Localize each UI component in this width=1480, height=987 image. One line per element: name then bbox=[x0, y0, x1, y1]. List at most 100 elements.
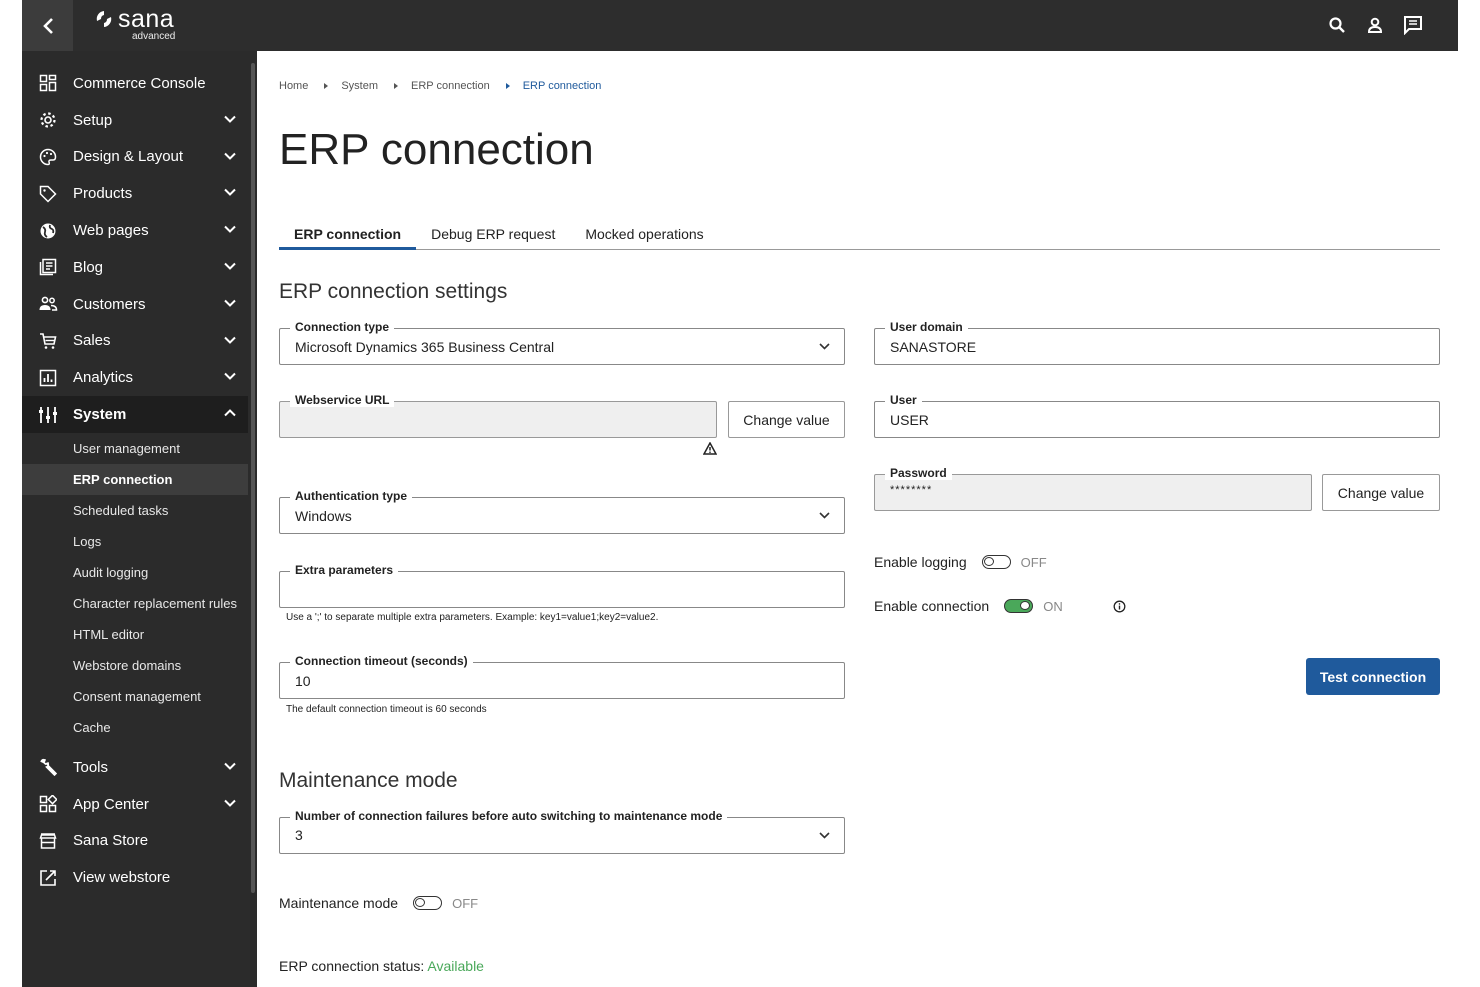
enable-connection-label: Enable connection bbox=[874, 598, 990, 614]
connection-timeout-help: The default connection timeout is 60 sec… bbox=[286, 704, 487, 715]
chevron-down-icon bbox=[819, 832, 830, 839]
breadcrumb: Home System ERP connection ERP connectio… bbox=[279, 80, 601, 92]
sidebar-item-design-layout[interactable]: Design & Layout bbox=[22, 139, 248, 176]
field-value: Microsoft Dynamics 365 Business Central bbox=[295, 339, 555, 355]
messages-button[interactable] bbox=[1402, 14, 1424, 36]
maintenance-mode-toggle[interactable] bbox=[413, 896, 443, 910]
connection-timeout-input[interactable]: Connection timeout (seconds) 10 bbox=[279, 654, 845, 699]
chevron-down-icon bbox=[224, 152, 236, 160]
password-field[interactable]: Password ******** bbox=[874, 466, 1312, 511]
sidebar-item-label: Customers bbox=[73, 295, 146, 313]
sidebar-subitem-audit-logging[interactable]: Audit logging bbox=[22, 557, 248, 588]
change-password-button[interactable]: Change value bbox=[1322, 474, 1440, 511]
breadcrumb-erp-connection[interactable]: ERP connection bbox=[411, 80, 490, 92]
sidebar-subitem-webstore-domains[interactable]: Webstore domains bbox=[22, 650, 248, 681]
warning-icon bbox=[703, 442, 717, 455]
sidebar: Commerce Console Setup Design & Layout P… bbox=[22, 51, 257, 987]
back-button[interactable] bbox=[22, 0, 73, 51]
connection-failures-select[interactable]: Number of connection failures before aut… bbox=[279, 809, 845, 854]
sidebar-subitem-user-management[interactable]: User management bbox=[22, 433, 248, 464]
breadcrumb-home[interactable]: Home bbox=[279, 80, 308, 92]
enable-logging-label: Enable logging bbox=[874, 554, 967, 570]
tab-mocked-operations[interactable]: Mocked operations bbox=[570, 224, 718, 250]
sidebar-subitem-scheduled-tasks[interactable]: Scheduled tasks bbox=[22, 495, 248, 526]
search-icon bbox=[1329, 17, 1345, 33]
tab-debug-erp-request[interactable]: Debug ERP request bbox=[416, 224, 570, 250]
sidebar-item-blog[interactable]: Blog bbox=[22, 249, 248, 286]
sidebar-item-app-center[interactable]: App Center bbox=[22, 786, 248, 823]
test-connection-button[interactable]: Test connection bbox=[1306, 658, 1440, 695]
sana-logo-icon bbox=[96, 11, 112, 27]
sidebar-item-view-webstore[interactable]: View webstore bbox=[22, 859, 248, 896]
breadcrumb-system[interactable]: System bbox=[341, 80, 378, 92]
erp-connection-status: ERP connection status: Available bbox=[279, 958, 484, 974]
enable-connection-row: Enable connection ON bbox=[874, 598, 1126, 614]
sidebar-item-tools[interactable]: Tools bbox=[22, 749, 248, 786]
chevron-left-icon bbox=[42, 17, 53, 34]
extra-parameters-help: Use a ';' to separate multiple extra par… bbox=[286, 612, 659, 623]
sana-logo[interactable]: sana advanced bbox=[94, 5, 175, 42]
sidebar-item-label: Analytics bbox=[73, 369, 134, 387]
sidebar-item-setup[interactable]: Setup bbox=[22, 102, 248, 139]
chevron-up-icon bbox=[224, 409, 236, 417]
chevron-down-icon bbox=[224, 799, 236, 807]
sidebar-subitem-html-editor[interactable]: HTML editor bbox=[22, 619, 248, 650]
sidebar-item-products[interactable]: Products bbox=[22, 175, 248, 212]
user-button[interactable] bbox=[1364, 14, 1386, 36]
chevron-down-icon bbox=[224, 762, 236, 770]
field-label: Connection timeout (seconds) bbox=[290, 654, 473, 668]
user-input[interactable]: User USER bbox=[874, 393, 1440, 438]
right-margin bbox=[1458, 0, 1480, 987]
sidebar-subitem-character-replacement-rules[interactable]: Character replacement rules bbox=[22, 588, 248, 619]
page-title: ERP connection bbox=[279, 125, 594, 174]
customers-icon bbox=[37, 294, 59, 314]
left-margin bbox=[0, 0, 22, 987]
sidebar-item-commerce-console[interactable]: Commerce Console bbox=[22, 65, 248, 102]
sidebar-item-analytics[interactable]: Analytics bbox=[22, 359, 248, 396]
sidebar-subitem-erp-connection[interactable]: ERP connection bbox=[22, 463, 248, 495]
settings-heading: ERP connection settings bbox=[279, 280, 508, 303]
field-label: Connection type bbox=[290, 320, 395, 334]
breadcrumb-separator-icon bbox=[505, 83, 510, 89]
sidebar-subitem-cache[interactable]: Cache bbox=[22, 712, 248, 743]
user-domain-input[interactable]: User domain SANASTORE bbox=[874, 320, 1440, 365]
sidebar-item-sales[interactable]: Sales bbox=[22, 323, 248, 360]
field-label: Number of connection failures before aut… bbox=[290, 809, 728, 823]
sidebar-item-label: Web pages bbox=[73, 222, 149, 240]
chevron-down-icon bbox=[224, 299, 236, 307]
maintenance-mode-state: OFF bbox=[452, 895, 479, 911]
sidebar-item-system[interactable]: System bbox=[22, 396, 248, 433]
sidebar-subitem-consent-management[interactable]: Consent management bbox=[22, 681, 248, 712]
authentication-type-select[interactable]: Authentication type Windows bbox=[279, 489, 845, 534]
search-button[interactable] bbox=[1326, 14, 1348, 36]
maintenance-mode-label: Maintenance mode bbox=[279, 895, 399, 911]
enable-logging-toggle[interactable] bbox=[981, 555, 1011, 569]
sidebar-item-label: Sana Store bbox=[73, 832, 149, 850]
tab-erp-connection[interactable]: ERP connection bbox=[279, 224, 417, 250]
connection-type-select[interactable]: Connection type Microsoft Dynamics 365 B… bbox=[279, 320, 845, 365]
sidebar-scrollbar[interactable] bbox=[251, 63, 255, 893]
sidebar-item-sana-store[interactable]: Sana Store bbox=[22, 823, 248, 860]
sidebar-subitem-logs[interactable]: Logs bbox=[22, 526, 248, 557]
analytics-icon bbox=[37, 368, 59, 388]
extra-parameters-input[interactable]: Extra parameters bbox=[279, 563, 845, 608]
webservice-url-field[interactable]: Webservice URL bbox=[279, 393, 717, 438]
sidebar-item-customers[interactable]: Customers bbox=[22, 286, 248, 323]
breadcrumb-separator-icon bbox=[324, 83, 329, 89]
field-label: User bbox=[885, 393, 922, 407]
gear-icon bbox=[37, 110, 59, 130]
enable-connection-toggle[interactable] bbox=[1004, 599, 1034, 613]
palette-icon bbox=[37, 147, 59, 167]
change-webservice-url-button[interactable]: Change value bbox=[728, 401, 845, 438]
chevron-down-icon bbox=[819, 343, 830, 350]
brand-name: sana bbox=[118, 5, 175, 33]
info-icon[interactable] bbox=[1113, 600, 1126, 613]
blog-icon bbox=[37, 257, 59, 277]
tab-bar: ERP connection Debug ERP request Mocked … bbox=[279, 224, 1440, 250]
chevron-down-icon bbox=[224, 262, 236, 270]
sidebar-item-label: System bbox=[73, 406, 127, 424]
breadcrumb-current: ERP connection bbox=[522, 80, 602, 92]
sidebar-item-web-pages[interactable]: Web pages bbox=[22, 212, 248, 249]
field-label: User domain bbox=[885, 320, 968, 334]
brand-edition: advanced bbox=[132, 31, 176, 42]
